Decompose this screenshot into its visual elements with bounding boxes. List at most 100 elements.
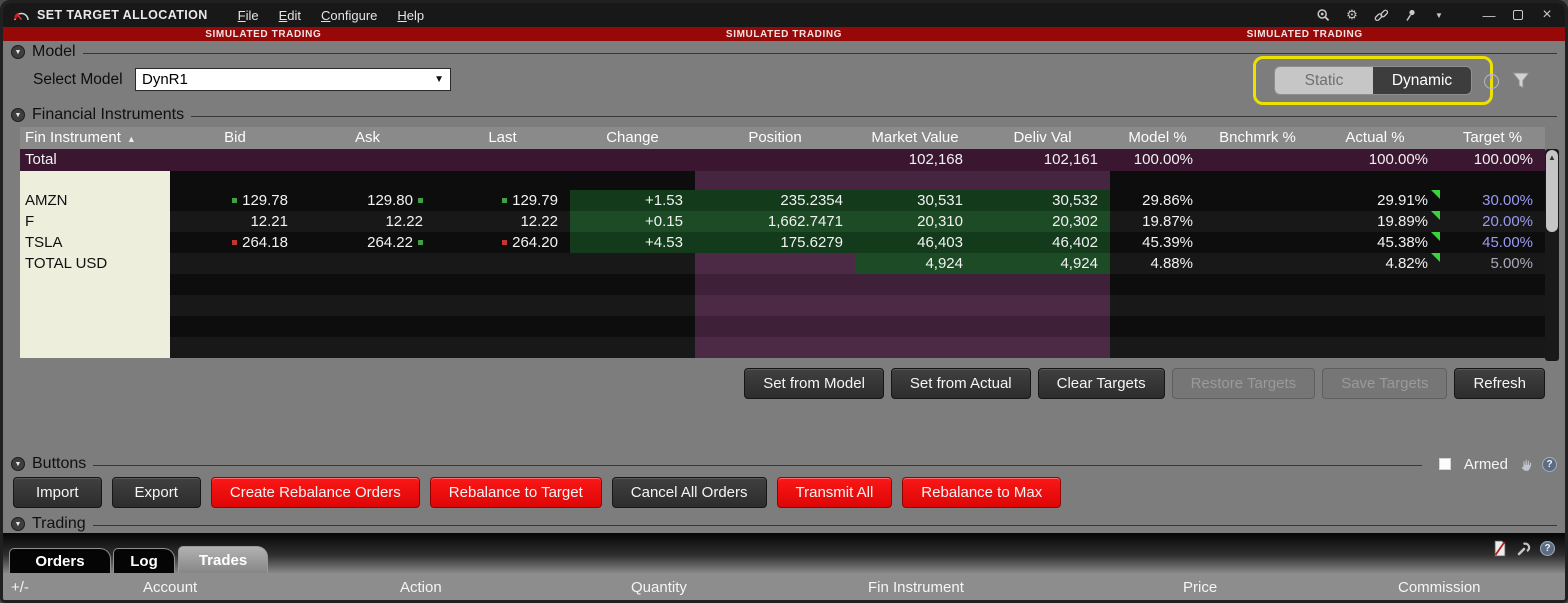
wrench-icon[interactable]	[1516, 541, 1531, 556]
sync-icon[interactable]	[1484, 74, 1499, 89]
rebalance-to-max-button[interactable]: Rebalance to Max	[902, 477, 1062, 508]
export-button[interactable]: Export	[111, 477, 201, 508]
menu-configure[interactable]: Configure	[321, 8, 377, 23]
refresh-button[interactable]: Refresh	[1454, 368, 1545, 399]
dropdown-caret-icon: ▼	[434, 74, 444, 85]
col-account[interactable]: Account	[143, 579, 400, 600]
col-commission[interactable]: Commission	[1398, 579, 1481, 600]
tab-log[interactable]: Log	[113, 548, 175, 573]
tab-trades[interactable]: Trades	[178, 546, 268, 573]
col-target-pct[interactable]: Target %	[1440, 127, 1545, 149]
menu-edit[interactable]: Edit	[279, 8, 301, 23]
chevron-down-icon[interactable]: ▼	[1431, 7, 1447, 23]
link-icon[interactable]	[1373, 7, 1389, 23]
gear-icon[interactable]: ⚙	[1344, 7, 1360, 23]
deliv-val-cell: 20,302	[975, 211, 1110, 232]
app-gauge-icon	[14, 12, 29, 20]
total-model-pct: 100.00%	[1133, 151, 1193, 168]
menu-file[interactable]: File	[238, 8, 259, 23]
table-row-f[interactable]: F 12.21 12.22 12.22 +0.15 1,662.7471 20,…	[20, 211, 1545, 232]
symbol-cell: TSLA	[20, 232, 170, 253]
simulated-trading-banner: SIMULATED TRADING SIMULATED TRADING SIMU…	[3, 27, 1565, 41]
collapse-instruments-icon[interactable]: ▼	[11, 108, 25, 122]
help-icon[interactable]: ?	[1540, 541, 1555, 556]
uptick-icon	[418, 240, 423, 245]
collapse-trading-icon[interactable]: ▼	[11, 517, 25, 531]
table-scrollbar[interactable]: ▲	[1545, 149, 1559, 361]
actual-pct-cell: 45.38%	[1310, 232, 1440, 253]
search-icon[interactable]	[1315, 7, 1331, 23]
symbol-cell: TOTAL USD	[20, 253, 170, 274]
col-bnchmrk-pct[interactable]: Bnchmrk %	[1205, 127, 1310, 149]
tab-orders[interactable]: Orders	[9, 548, 111, 573]
armed-checkbox[interactable]	[1438, 458, 1451, 470]
target-pct-cell[interactable]: 5.00%	[1440, 253, 1545, 274]
total-row: Total 102,168 102,161 100.00% 100.00% 10…	[20, 149, 1545, 171]
col-position[interactable]: Position	[695, 127, 855, 149]
model-select-dropdown[interactable]: DynR1 ▼	[135, 68, 451, 91]
window-title: SET TARGET ALLOCATION	[37, 8, 208, 22]
table-row-total-usd[interactable]: TOTAL USD 4,924 4,924 4.88% 4.82% 5.00%	[20, 253, 1545, 274]
scrollbar-thumb[interactable]: ▲	[1546, 150, 1558, 232]
col-plus-minus[interactable]: +/-	[11, 579, 143, 600]
col-actual-pct[interactable]: Actual %	[1310, 127, 1440, 149]
col-deliv-val[interactable]: Deliv Val	[975, 127, 1110, 149]
table-action-buttons: Set from Model Set from Actual Clear Tar…	[744, 368, 1545, 399]
col-market-value[interactable]: Market Value	[855, 127, 975, 149]
set-from-actual-button[interactable]: Set from Actual	[890, 368, 1031, 399]
maximize-button[interactable]	[1510, 7, 1526, 23]
actual-pct-cell: 19.89%	[1310, 211, 1440, 232]
col-last[interactable]: Last	[435, 127, 570, 149]
transmit-all-button[interactable]: Transmit All	[776, 477, 893, 508]
create-rebalance-orders-button[interactable]: Create Rebalance Orders	[210, 477, 420, 508]
banner-text: SIMULATED TRADING	[205, 28, 322, 40]
col-bid[interactable]: Bid	[170, 127, 300, 149]
import-button[interactable]: Import	[13, 477, 102, 508]
minimize-button[interactable]: —	[1481, 7, 1497, 23]
collapse-model-icon[interactable]: ▼	[11, 45, 25, 59]
target-pct-cell[interactable]: 30.00%	[1440, 190, 1545, 211]
uptick-icon	[502, 198, 508, 203]
downtick-icon	[232, 240, 238, 245]
trades-column-header: +/- Account Action Quantity Fin Instrume…	[3, 573, 1565, 600]
buttons-section-header: ▼ Buttons Armed ?	[11, 455, 1557, 473]
model-pct-cell: 19.87%	[1142, 213, 1193, 230]
col-fin-instrument[interactable]: Fin Instrument ▲	[20, 127, 170, 149]
buttons-section-title: Buttons	[32, 455, 87, 472]
toggle-static-option[interactable]: Static	[1275, 67, 1373, 94]
col-price[interactable]: Price	[1183, 579, 1398, 600]
position-cell: 235.2354	[695, 190, 855, 211]
order-buttons: Import Export Create Rebalance Orders Re…	[13, 477, 1062, 508]
instruments-section-title: Financial Instruments	[32, 106, 185, 123]
close-button[interactable]: ×	[1539, 6, 1555, 23]
col-ask[interactable]: Ask	[300, 127, 435, 149]
cancel-all-orders-button[interactable]: Cancel All Orders	[611, 477, 767, 508]
toggle-dynamic-option[interactable]: Dynamic	[1373, 67, 1471, 94]
empty-row	[20, 337, 1545, 358]
table-row-tsla[interactable]: TSLA 264.18 264.22 264.20 +4.53 175.6279…	[20, 232, 1545, 253]
hand-icon[interactable]	[1519, 457, 1535, 472]
col-model-pct[interactable]: Model %	[1110, 127, 1205, 149]
filter-icon[interactable]	[1511, 72, 1531, 95]
table-row-amzn[interactable]: AMZN 129.78 129.80 129.79 +1.53 235.2354…	[20, 190, 1545, 211]
target-pct-cell[interactable]: 45.00%	[1440, 232, 1545, 253]
clear-page-icon[interactable]	[1493, 540, 1507, 557]
clear-targets-button[interactable]: Clear Targets	[1037, 368, 1165, 399]
set-from-model-button[interactable]: Set from Model	[744, 368, 884, 399]
title-bar: SET TARGET ALLOCATION File Edit Configur…	[3, 3, 1565, 27]
col-change[interactable]: Change	[570, 127, 695, 149]
pin-icon[interactable]	[1402, 7, 1418, 23]
target-pct-cell[interactable]: 20.00%	[1440, 211, 1545, 232]
help-icon[interactable]: ?	[1542, 456, 1557, 472]
trading-section-header: ▼ Trading	[11, 515, 1557, 533]
col-quantity[interactable]: Quantity	[631, 579, 868, 600]
market-value-cell: 46,403	[855, 232, 975, 253]
actual-corner-flag-icon	[1431, 190, 1440, 199]
collapse-buttons-icon[interactable]: ▼	[11, 457, 25, 471]
col-action[interactable]: Action	[400, 579, 631, 600]
rebalance-to-target-button[interactable]: Rebalance to Target	[429, 477, 602, 508]
position-cell: 175.6279	[695, 232, 855, 253]
menu-help[interactable]: Help	[397, 8, 424, 23]
col-fin-instrument[interactable]: Fin Instrument	[868, 579, 1183, 600]
trading-tab-bar: Orders Log Trades ?	[3, 533, 1565, 573]
